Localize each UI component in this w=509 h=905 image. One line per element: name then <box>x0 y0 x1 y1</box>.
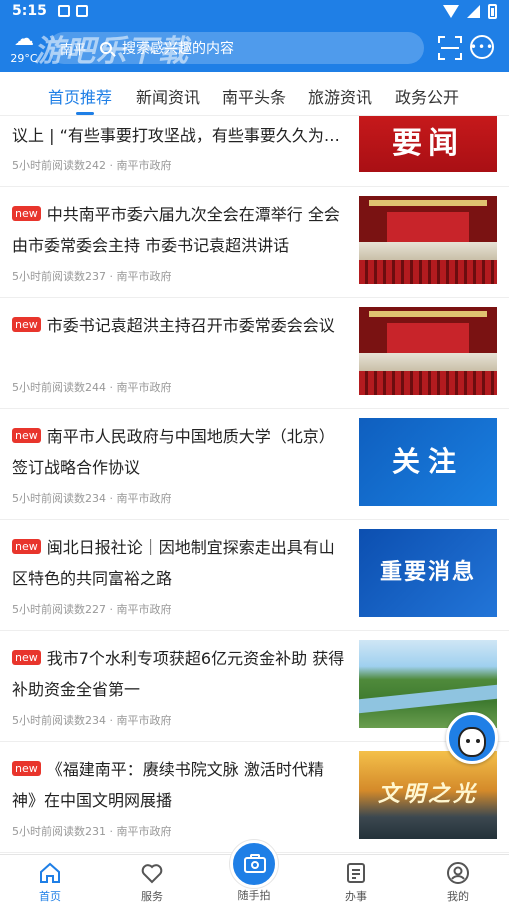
tab-news[interactable]: 新闻资讯 <box>136 84 200 108</box>
news-thumbnail: 要闻 <box>359 116 497 172</box>
news-title: new 我市7个水利专项获超6亿元资金补助 获得补助资金全省第一 <box>12 649 345 699</box>
news-list: 议上 | “有些事要打攻坚战，有些事要久久为… 5小时前阅读数242 · 南平市… <box>0 116 509 854</box>
status-bar: 5:15 <box>0 0 509 24</box>
new-badge: new <box>12 650 41 665</box>
category-tabs: 首页推荐 新闻资讯 南平头条 旅游资讯 政务公开 <box>0 72 509 116</box>
news-thumbnail <box>359 196 497 284</box>
user-icon <box>447 862 469 884</box>
system-icons <box>443 4 497 19</box>
new-badge: new <box>12 428 41 443</box>
home-icon <box>40 862 60 883</box>
new-badge: new <box>12 761 41 776</box>
snapshot-camera-button[interactable] <box>230 840 278 888</box>
nav-home[interactable]: 首页 <box>20 861 80 904</box>
news-title: 议上 | “有些事要打攻坚战，有些事要久久为… <box>12 126 340 145</box>
notification-icon <box>76 5 88 17</box>
snapshot-label[interactable]: 随手拍 <box>224 887 284 903</box>
watermark-logo: 游吧乐下载 <box>34 34 189 69</box>
nav-affairs[interactable]: 办事 <box>326 861 386 904</box>
news-title: new 中共南平市委六届九次全会在潭举行 全会由市委常委会主持 市委书记袁超洪讲话 <box>12 205 340 255</box>
news-item[interactable]: new 我市7个水利专项获超6亿元资金补助 获得补助资金全省第一 5小时前阅读数2… <box>0 631 509 742</box>
active-tab-indicator <box>76 112 94 115</box>
news-title: new 南平市人民政府与中国地质大学（北京）签订战略合作协议 <box>12 427 335 477</box>
news-meta: 5小时前阅读数234 · 南平市政府 <box>12 714 172 727</box>
notification-icon <box>58 5 70 17</box>
cartoon-face-icon <box>458 727 486 757</box>
news-thumbnail <box>359 307 497 395</box>
news-title: new 《福建南平：赓续书院文脉 激活时代精神》在中国文明网展播 <box>12 760 324 810</box>
news-item[interactable]: new 南平市人民政府与中国地质大学（北京）签订战略合作协议 5小时前阅读数234… <box>0 409 509 520</box>
tab-headlines[interactable]: 南平头条 <box>222 84 286 108</box>
signal-icon <box>467 5 480 18</box>
tab-government[interactable]: 政务公开 <box>395 84 459 108</box>
news-meta: 5小时前阅读数237 · 南平市政府 <box>12 270 172 283</box>
news-meta: 5小时前阅读数231 · 南平市政府 <box>12 825 172 838</box>
news-item[interactable]: new 《福建南平：赓续书院文脉 激活时代精神》在中国文明网展播 5小时前阅读数2… <box>0 742 509 853</box>
news-thumbnail: 重要消息 <box>359 529 497 617</box>
status-time: 5:15 <box>12 3 47 19</box>
scan-icon[interactable] <box>438 36 462 60</box>
nav-mine[interactable]: 我的 <box>428 861 488 904</box>
news-thumbnail: 关注 <box>359 418 497 506</box>
wifi-icon <box>443 5 459 18</box>
battery-icon <box>488 4 497 19</box>
tab-travel[interactable]: 旅游资讯 <box>308 84 372 108</box>
nav-service[interactable]: 服务 <box>122 861 182 904</box>
document-icon <box>347 863 365 883</box>
news-meta: 5小时前阅读数242 · 南平市政府 <box>12 159 172 172</box>
news-thumbnail: 文明之光 <box>359 751 497 839</box>
news-item[interactable]: 议上 | “有些事要打攻坚战，有些事要久久为… 5小时前阅读数242 · 南平市… <box>0 116 509 187</box>
assistant-avatar-button[interactable] <box>446 712 498 764</box>
news-meta: 5小时前阅读数227 · 南平市政府 <box>12 603 172 616</box>
news-title: new 市委书记袁超洪主持召开市委常委会会议 <box>12 310 346 341</box>
new-badge: new <box>12 317 41 332</box>
app-header: ☁ 29°C 南平 搜索感兴趣的内容 游吧乐下载 ••• <box>0 24 509 72</box>
tab-recommend[interactable]: 首页推荐 <box>48 84 112 108</box>
heart-icon <box>141 864 163 884</box>
news-item[interactable]: new 中共南平市委六届九次全会在潭举行 全会由市委常委会主持 市委书记袁超洪讲话… <box>0 187 509 298</box>
news-meta: 5小时前阅读数234 · 南平市政府 <box>12 492 172 505</box>
more-icon[interactable]: ••• <box>470 35 494 59</box>
new-badge: new <box>12 206 41 221</box>
notification-icons <box>58 5 88 17</box>
news-item[interactable]: new 市委书记袁超洪主持召开市委常委会会议 5小时前阅读数244 · 南平市政府 <box>0 298 509 409</box>
news-item[interactable]: new 闽北日报社论｜因地制宜探索走出具有山区特色的共同富裕之路 5小时前阅读数2… <box>0 520 509 631</box>
new-badge: new <box>12 539 41 554</box>
news-meta: 5小时前阅读数244 · 南平市政府 <box>12 381 172 394</box>
news-title: new 闽北日报社论｜因地制宜探索走出具有山区特色的共同富裕之路 <box>12 538 335 588</box>
